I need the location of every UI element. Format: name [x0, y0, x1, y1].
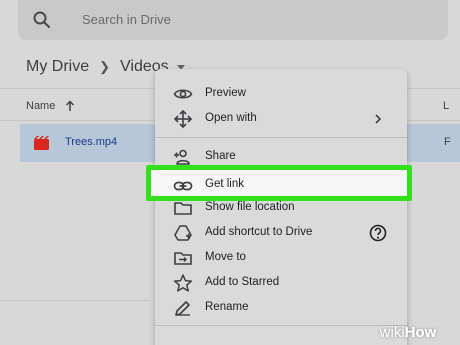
star-icon — [173, 274, 193, 292]
search-input[interactable]: Search in Drive — [82, 12, 171, 27]
menu-divider — [155, 137, 407, 138]
menu-item-rename[interactable]: Rename — [155, 295, 407, 320]
menu-item-add-to-starred[interactable]: Add to Starred — [155, 270, 407, 295]
file-column-partial: F — [444, 136, 451, 148]
sort-arrow-up-icon[interactable] — [65, 100, 75, 112]
menu-item-label: Open with — [205, 112, 257, 124]
menu-item-add-shortcut[interactable]: Add shortcut to Drive — [155, 220, 407, 245]
watermark-prefix: wiki — [379, 323, 405, 341]
menu-item-get-link[interactable]: Get link — [146, 165, 412, 201]
column-header-partial: L — [443, 100, 450, 112]
move-arrows-icon — [173, 109, 193, 129]
name-header-label: Name — [26, 100, 56, 112]
pencil-icon — [175, 301, 190, 316]
name-column-header[interactable]: Name — [26, 100, 75, 112]
chevron-right-icon — [375, 114, 382, 124]
breadcrumb-my-drive[interactable]: My Drive — [26, 58, 89, 76]
menu-item-preview[interactable]: Preview — [155, 81, 407, 106]
menu-item-label: Show file location — [205, 201, 295, 213]
search-icon — [33, 11, 51, 29]
person-add-icon — [174, 149, 190, 165]
context-menu: Preview Open with Share Show file locati… — [155, 69, 407, 345]
file-name: Trees.mp4 — [65, 136, 118, 148]
menu-item-label: Move to — [205, 251, 246, 263]
search-bar[interactable]: Search in Drive — [18, 0, 448, 40]
menu-item-open-with[interactable]: Open with — [155, 106, 407, 131]
video-file-icon — [34, 136, 49, 150]
help-icon[interactable] — [368, 223, 388, 243]
menu-item-label: Add to Starred — [205, 276, 280, 288]
folder-icon — [174, 202, 192, 215]
menu-item-label: Rename — [205, 301, 249, 313]
chevron-right-icon: ❯ — [99, 59, 111, 74]
wikihow-watermark: wiki How — [358, 320, 458, 344]
watermark-suffix: How — [404, 323, 437, 341]
menu-item-label: Preview — [205, 87, 246, 99]
drive-shortcut-icon — [174, 225, 192, 241]
eye-icon — [173, 89, 193, 99]
divider — [0, 300, 150, 301]
menu-item-label: Get link — [205, 178, 244, 190]
move-to-icon — [174, 252, 192, 265]
menu-item-move-to[interactable]: Move to — [155, 245, 407, 270]
menu-item-label: Add shortcut to Drive — [205, 226, 313, 238]
menu-item-label: Share — [205, 150, 236, 162]
link-icon — [173, 181, 193, 191]
